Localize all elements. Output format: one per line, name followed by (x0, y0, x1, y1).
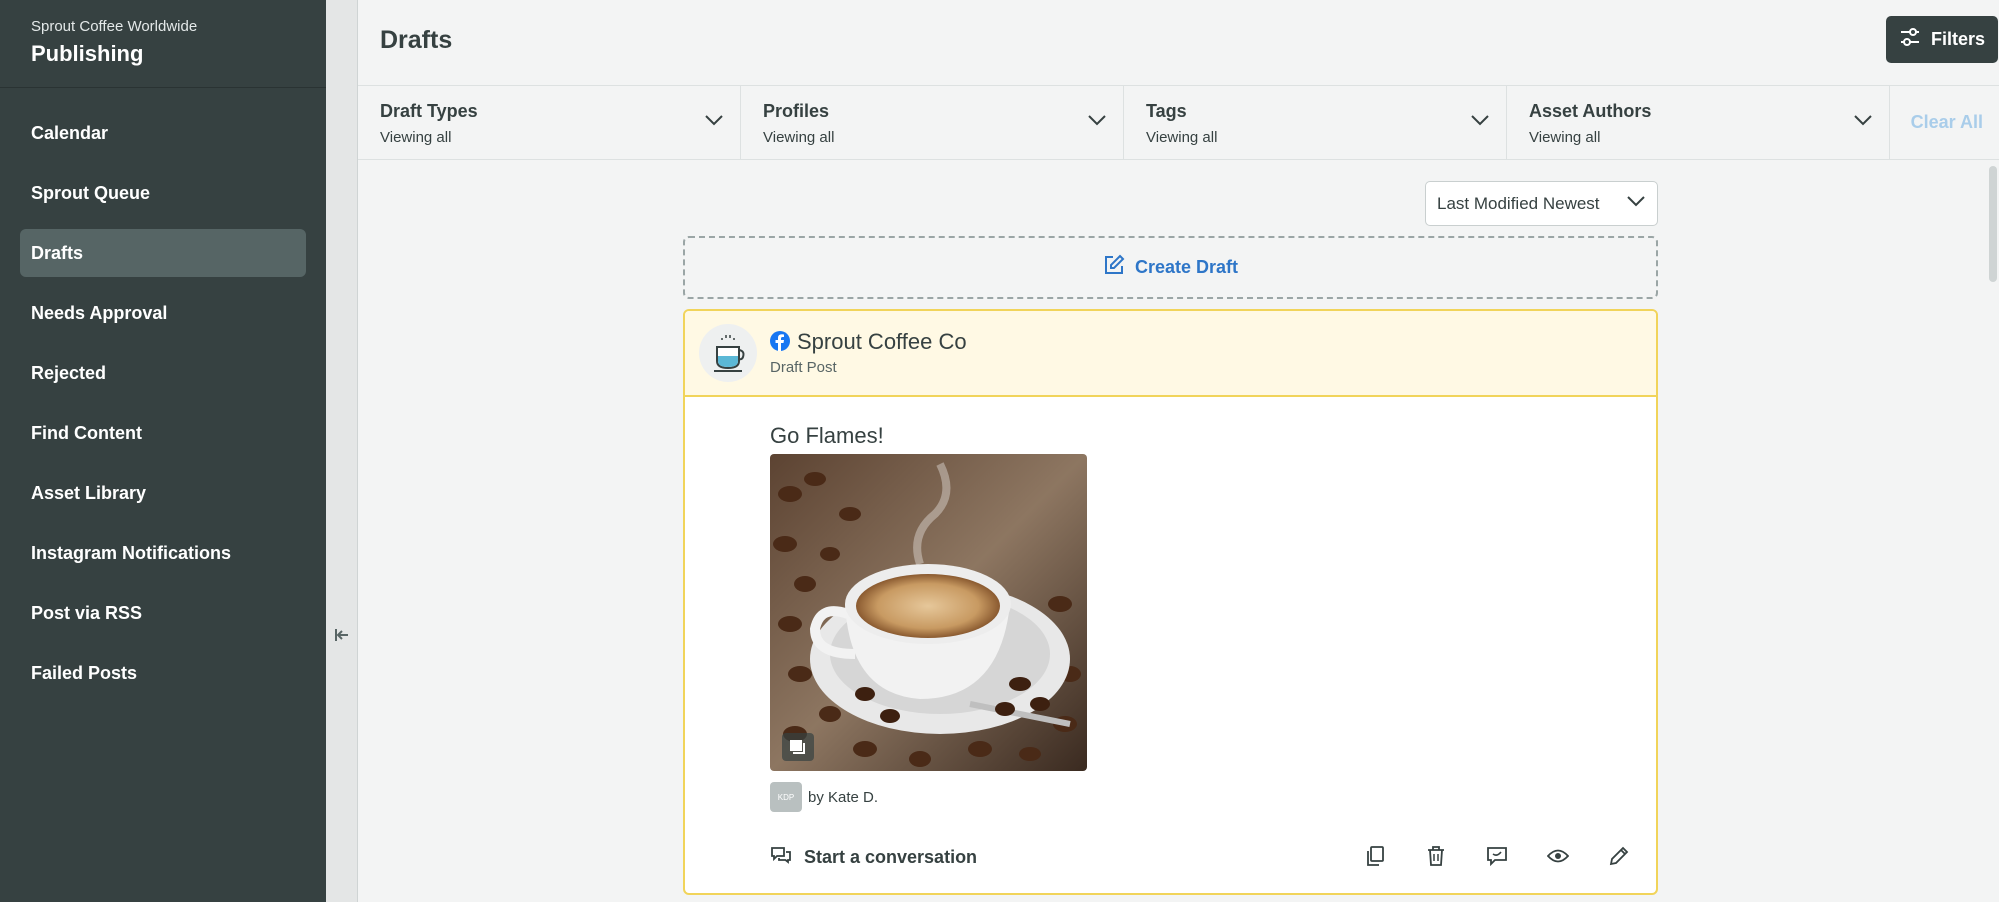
conversation-icon (770, 846, 792, 869)
chevron-down-icon (1627, 196, 1645, 207)
page-header: Drafts Filters (358, 0, 1999, 86)
draft-actions (1364, 844, 1630, 868)
sidebar-item-instagram-notifications[interactable]: Instagram Notifications (20, 529, 306, 577)
sidebar-item-asset-library[interactable]: Asset Library (20, 469, 306, 517)
filter-profiles[interactable]: Profiles Viewing all (741, 86, 1124, 159)
compose-icon (1103, 254, 1125, 281)
pencil-icon[interactable] (1608, 844, 1630, 868)
sidebar-header: Sprout Coffee Worldwide Publishing (0, 0, 326, 88)
sidebar-item-label: Instagram Notifications (31, 542, 232, 563)
start-conversation-button[interactable]: Start a conversation (770, 846, 977, 869)
sidebar-item-calendar[interactable]: Calendar (20, 109, 306, 157)
sidebar-item-post-via-rss[interactable]: Post via RSS (20, 589, 306, 637)
filter-asset-authors[interactable]: Asset Authors Viewing all (1507, 86, 1890, 159)
facebook-icon (770, 331, 790, 351)
chevron-down-icon (1471, 115, 1489, 126)
main-content: Drafts Filters Draft Types Viewing all P… (358, 0, 1999, 902)
profile-name: Sprout Coffee Co (797, 329, 967, 354)
filter-tags[interactable]: Tags Viewing all (1124, 86, 1507, 159)
trash-icon[interactable] (1425, 844, 1447, 868)
post-type: Draft Post (770, 359, 837, 376)
chevron-down-icon (1088, 115, 1106, 126)
conversation-label: Start a conversation (804, 847, 978, 867)
sort-select[interactable]: Last Modified Newest (1425, 181, 1658, 226)
sliders-icon (1899, 27, 1921, 52)
sidebar-item-sprout-queue[interactable]: Sprout Queue (20, 169, 306, 217)
filters-button[interactable]: Filters (1886, 16, 1998, 63)
sort-selected-value: Last Modified Newest (1437, 193, 1600, 213)
filters-label: Filters (1930, 29, 1986, 49)
author-name: by Kate D. (808, 789, 879, 806)
sidebar-item-rejected[interactable]: Rejected (20, 349, 306, 397)
create-draft-label: Create Draft (1134, 257, 1239, 277)
author-avatar: KDP (770, 782, 802, 812)
scrollbar-thumb[interactable] (1989, 166, 1997, 282)
filter-bar: Draft Types Viewing all Profiles Viewing… (358, 86, 1999, 160)
comment-icon[interactable] (1486, 844, 1508, 868)
filter-title: Draft Types (380, 101, 478, 121)
draft-card-header: Sprout Coffee Co Draft Post (685, 311, 1656, 397)
sidebar-item-label: Rejected (31, 362, 107, 383)
app-title: Publishing (31, 41, 144, 66)
filter-value: Viewing all (763, 129, 835, 146)
sidebar-item-label: Calendar (31, 122, 109, 143)
sidebar-nav: Calendar Sprout Queue Drafts Needs Appro… (0, 88, 326, 697)
filter-value: Viewing all (1146, 129, 1218, 146)
clear-all-button[interactable]: Clear All (1911, 112, 1983, 133)
coffee-photo (770, 454, 1087, 771)
sidebar-item-label: Failed Posts (31, 662, 138, 683)
drafts-list: Last Modified Newest Create Draft Sprout… (358, 160, 1999, 902)
sidebar-item-needs-approval[interactable]: Needs Approval (20, 289, 306, 337)
filter-title: Asset Authors (1529, 101, 1652, 121)
draft-card: Sprout Coffee Co Draft Post Go Flames! K… (683, 309, 1658, 895)
sidebar-item-label: Drafts (31, 242, 84, 263)
profile-avatar (699, 324, 757, 382)
multi-image-icon (782, 733, 814, 761)
coffee-cup-icon (714, 335, 745, 372)
chevron-down-icon (1854, 115, 1872, 126)
post-text: Go Flames! (770, 423, 884, 448)
copy-icon[interactable] (1364, 844, 1386, 868)
sidebar-item-failed-posts[interactable]: Failed Posts (20, 649, 306, 697)
org-name[interactable]: Sprout Coffee Worldwide (31, 18, 295, 35)
page-title: Drafts (380, 26, 453, 54)
sidebar-item-label: Needs Approval (31, 302, 168, 323)
sidebar-item-label: Asset Library (31, 482, 147, 503)
collapse-sidebar-icon[interactable] (332, 625, 352, 645)
sidebar-item-drafts[interactable]: Drafts (20, 229, 306, 277)
sidebar-item-label: Sprout Queue (31, 182, 151, 203)
sidebar: Sprout Coffee Worldwide Publishing Calen… (0, 0, 326, 902)
sidebar-item-find-content[interactable]: Find Content (20, 409, 306, 457)
filter-draft-types[interactable]: Draft Types Viewing all (358, 86, 741, 159)
scrollbar[interactable] (1986, 160, 1999, 902)
filter-title: Tags (1146, 101, 1187, 121)
filter-value: Viewing all (1529, 129, 1601, 146)
post-image[interactable] (770, 454, 1087, 771)
sidebar-item-label: Find Content (31, 422, 142, 443)
eye-icon[interactable] (1547, 844, 1569, 868)
sidebar-collapse-rail (326, 0, 358, 902)
filter-title: Profiles (763, 101, 830, 121)
sidebar-item-label: Post via RSS (31, 602, 143, 623)
chevron-down-icon (705, 115, 723, 126)
create-draft-button[interactable]: Create Draft (683, 236, 1658, 299)
filter-value: Viewing all (380, 129, 452, 146)
